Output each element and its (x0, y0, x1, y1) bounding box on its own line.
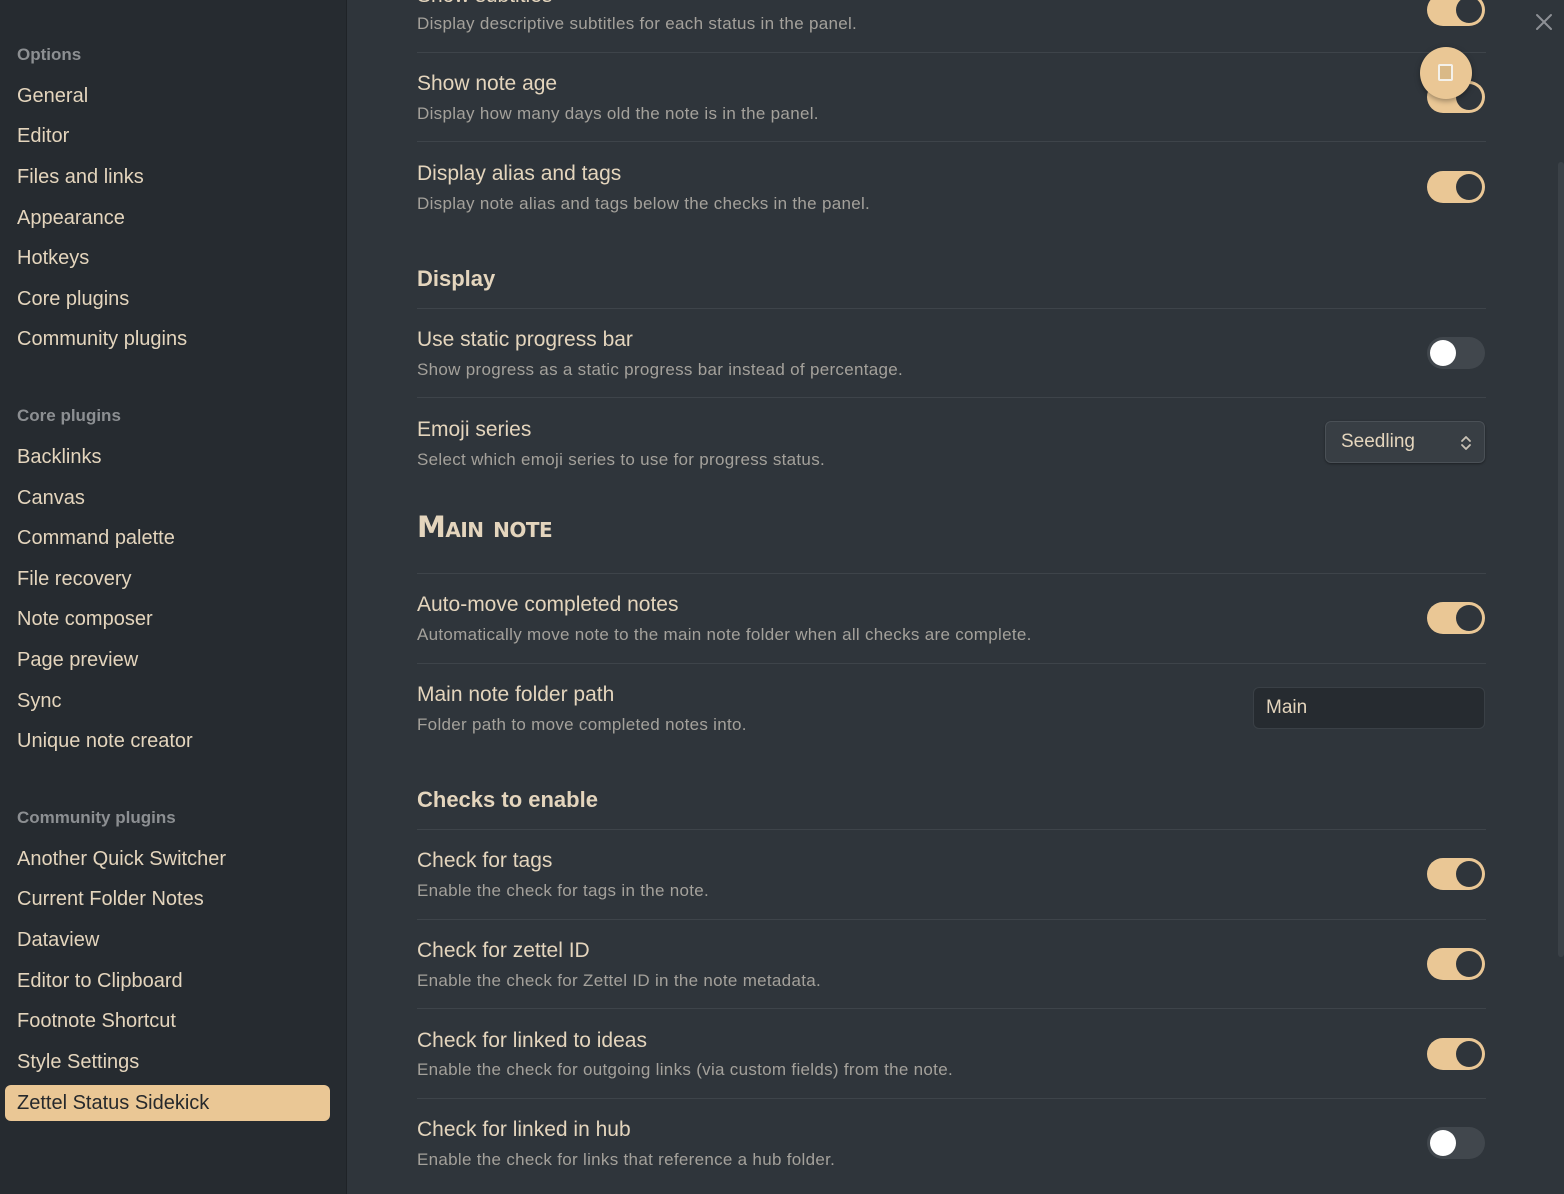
divider (417, 829, 1486, 830)
setting-desc-display-alias-tags: Display note alias and tags below the ch… (417, 194, 871, 213)
setting-title-auto-move: Auto-move completed notes (417, 593, 679, 616)
toggle-check-linked-hub[interactable] (1427, 1127, 1485, 1159)
setting-desc-check-linked-ideas: Enable the check for outgoing links (via… (417, 1060, 953, 1079)
sidebar-group-community-plugins: Community plugins (17, 808, 176, 827)
sidebar-item-general[interactable]: General (5, 78, 330, 114)
sidebar-item-hotkeys[interactable]: Hotkeys (5, 240, 330, 276)
sidebar-item-page-preview[interactable]: Page preview (5, 642, 330, 678)
toggle-knob (1430, 1130, 1456, 1156)
sidebar-item-file-recovery[interactable]: File recovery (5, 561, 330, 597)
sidebar-item-current-folder-notes[interactable]: Current Folder Notes (5, 881, 330, 917)
settings-window: Options General Editor Files and links A… (0, 0, 1564, 1194)
sidebar-item-unique-note-creator[interactable]: Unique note creator (5, 723, 330, 759)
sidebar-item-sync[interactable]: Sync (5, 683, 330, 719)
setting-desc-show-subtitles: Display descriptive subtitles for each s… (417, 14, 858, 33)
setting-title-check-linked-hub: Check for linked in hub (417, 1118, 631, 1141)
sidebar-item-core-plugins[interactable]: Core plugins (5, 281, 330, 317)
setting-desc-check-tags: Enable the check for tags in the note. (417, 881, 710, 900)
sidebar-item-appearance[interactable]: Appearance (5, 200, 330, 236)
toggle-check-zettel-id[interactable] (1427, 948, 1485, 980)
setting-desc-emoji-series: Select which emoji series to use for pro… (417, 450, 826, 469)
document-icon (1438, 64, 1453, 81)
toggle-auto-move[interactable] (1427, 602, 1485, 634)
divider (417, 52, 1486, 53)
toggle-knob (1456, 861, 1482, 887)
toggle-knob (1456, 605, 1482, 631)
folder-path-input[interactable] (1253, 687, 1485, 729)
toggle-static-progress[interactable] (1427, 337, 1485, 369)
sidebar-item-files-and-links[interactable]: Files and links (5, 159, 330, 195)
toggle-check-linked-ideas[interactable] (1427, 1038, 1485, 1070)
chevron-updown-icon (1460, 422, 1472, 462)
settings-content: Show subtitles Display descriptive subti… (347, 0, 1564, 1194)
setting-title-check-zettel-id: Check for zettel ID (417, 939, 590, 962)
setting-desc-show-note-age: Display how many days old the note is in… (417, 104, 819, 123)
sidebar-item-canvas[interactable]: Canvas (5, 480, 330, 516)
divider (417, 573, 1486, 574)
close-icon[interactable] (1531, 10, 1557, 36)
sidebar-group-core-plugins: Core plugins (17, 406, 121, 425)
toggle-show-subtitles[interactable] (1427, 0, 1485, 26)
sidebar-item-zettel-status-sidekick[interactable]: Zettel Status Sidekick (5, 1085, 330, 1121)
setting-desc-folder-path: Folder path to move completed notes into… (417, 715, 747, 734)
divider (417, 1098, 1486, 1099)
setting-title-emoji-series: Emoji series (417, 418, 532, 441)
sidebar-item-another-quick-switcher[interactable]: Another Quick Switcher (5, 841, 330, 877)
sidebar-item-editor[interactable]: Editor (5, 118, 330, 154)
toggle-knob (1456, 0, 1482, 23)
toggle-display-alias-tags[interactable] (1427, 171, 1485, 203)
toggle-knob (1456, 951, 1482, 977)
setting-desc-static-progress: Show progress as a static progress bar i… (417, 360, 904, 379)
sidebar-group-options: Options (17, 45, 82, 64)
setting-title-check-tags: Check for tags (417, 849, 553, 872)
sidebar-item-style-settings[interactable]: Style Settings (5, 1044, 330, 1080)
scrollbar[interactable] (1558, 162, 1564, 957)
toggle-knob (1456, 1041, 1482, 1067)
floating-document-button[interactable] (1420, 47, 1472, 99)
toggle-knob (1430, 340, 1456, 366)
setting-desc-check-linked-hub: Enable the check for links that referenc… (417, 1150, 836, 1169)
setting-title-check-linked-ideas: Check for linked to ideas (417, 1029, 647, 1052)
divider (417, 919, 1486, 920)
sidebar-item-backlinks[interactable]: Backlinks (5, 439, 330, 475)
divider (417, 397, 1486, 398)
section-heading-display: Display (417, 266, 496, 291)
settings-sidebar: Options General Editor Files and links A… (0, 0, 347, 1194)
setting-title-folder-path: Main note folder path (417, 683, 615, 706)
sidebar-item-dataview[interactable]: Dataview (5, 922, 330, 958)
divider (417, 1008, 1486, 1009)
section-heading-checks: Checks to enable (417, 787, 598, 812)
setting-desc-auto-move: Automatically move note to the main note… (417, 625, 1032, 644)
setting-desc-check-zettel-id: Enable the check for Zettel ID in the no… (417, 971, 821, 990)
section-heading-main-note: Main note (417, 510, 553, 544)
sidebar-item-footnote-shortcut[interactable]: Footnote Shortcut (5, 1003, 330, 1039)
setting-title-show-subtitles: Show subtitles (417, 0, 552, 8)
sidebar-item-note-composer[interactable]: Note composer (5, 601, 330, 637)
divider (417, 141, 1486, 142)
sidebar-item-editor-to-clipboard[interactable]: Editor to Clipboard (5, 963, 330, 999)
sidebar-item-community-plugins[interactable]: Community plugins (5, 321, 330, 357)
divider (417, 663, 1486, 664)
emoji-series-select[interactable]: Seedling (1325, 421, 1485, 463)
setting-title-static-progress: Use static progress bar (417, 328, 633, 351)
toggle-check-tags[interactable] (1427, 858, 1485, 890)
divider (417, 308, 1486, 309)
sidebar-item-command-palette[interactable]: Command palette (5, 520, 330, 556)
setting-title-display-alias-tags: Display alias and tags (417, 162, 622, 185)
toggle-knob (1456, 174, 1482, 200)
setting-title-show-note-age: Show note age (417, 72, 558, 95)
emoji-series-value: Seedling (1341, 431, 1415, 452)
